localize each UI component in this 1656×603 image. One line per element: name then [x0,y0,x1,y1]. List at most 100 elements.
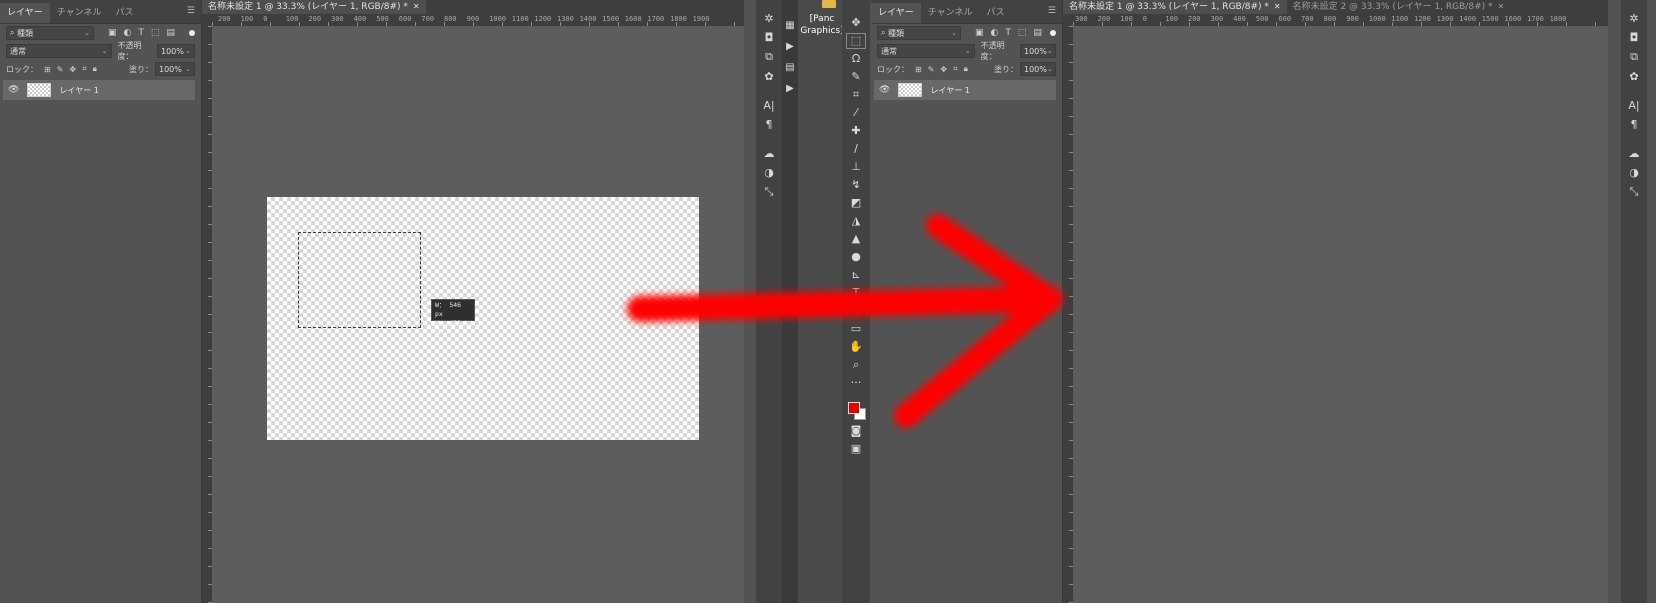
zoom-tool-icon[interactable]: ⌕ [847,358,865,372]
filter-toggle-icon[interactable] [189,30,195,36]
lock-artboard-icon[interactable]: ⌗ [82,64,87,74]
tab-layers[interactable]: レイヤー [871,3,921,23]
color-swatches[interactable] [846,400,866,420]
smart-object-filter-icon[interactable]: ▤ [166,28,175,38]
canvas-area[interactable] [1073,26,1608,603]
layer-row[interactable]: 👁︎ レイヤー 1 [874,80,1056,100]
lock-brush-icon[interactable]: ✎ [928,65,935,74]
lock-position-icon[interactable]: ✥ [940,65,947,74]
tab-paths[interactable]: パス [108,3,140,23]
actions-icon[interactable]: ▶ [786,41,794,52]
tab-paths[interactable]: パス [979,3,1011,23]
brush-settings-icon[interactable]: ✿ [764,70,773,83]
eyedropper-tool-icon[interactable]: ⁄ [847,106,865,120]
lasso-tool-icon[interactable]: ᘯ [847,52,865,66]
glyphs-icon[interactable]: ⤡ [765,185,774,199]
layer-row[interactable]: 👁︎ レイヤー 1 [3,80,195,100]
blend-mode-select[interactable]: 通常 ⌄ [6,44,112,58]
panel-menu-icon[interactable]: ☰ [1048,7,1056,16]
panel-menu-icon[interactable]: ☰ [187,7,195,16]
brush-tool-icon[interactable]: ∕ [847,142,865,156]
adjustment-filter-icon[interactable]: ◐ [991,28,999,38]
adjustments-icon[interactable]: ⧉ [765,50,773,64]
pixel-filter-icon[interactable]: ▣ [108,28,117,38]
lock-transparency-icon[interactable]: ⊞ [44,65,51,74]
tab-layers[interactable]: レイヤー [0,3,50,23]
brush-settings-icon[interactable]: ✿ [1629,70,1638,83]
filter-toggle-icon[interactable] [1050,30,1056,36]
clone-stamp-tool-icon[interactable]: ⊥ [847,160,865,174]
folder-icon[interactable] [822,0,836,8]
creative-cloud-icon[interactable]: ☁ [1629,147,1640,160]
more-tools-icon[interactable]: ··· [847,376,865,390]
shape-filter-icon[interactable]: ⬚ [1018,28,1027,38]
hand-tool-icon[interactable]: ✋ [847,340,865,354]
character-icon[interactable]: A| [1628,99,1639,112]
smart-object-filter-icon[interactable]: ▤ [1033,28,1042,38]
lock-transparency-icon[interactable]: ⊞ [915,65,922,74]
adjustments-icon[interactable]: ⧉ [1630,50,1638,64]
rectangle-tool-icon[interactable]: ▭ [847,322,865,336]
fill-field[interactable]: 100% ⌄ [1020,62,1056,76]
document-tab-2[interactable]: 名称未設定 2 @ 33.3% (レイヤー 1, RGB/8#) * ✕ [1287,0,1511,14]
lock-all-icon[interactable]: 🔒︎ [93,64,97,74]
styles-icon[interactable]: ◑ [764,166,774,179]
eye-icon[interactable]: 👁︎ [879,85,890,95]
filter-kind-select[interactable]: ⌕ 種類 ⌄ [877,26,961,40]
marquee-selection[interactable] [298,232,421,328]
lock-artboard-icon[interactable]: ⌗ [953,64,958,74]
character-icon[interactable]: A| [763,99,774,112]
close-icon[interactable]: ✕ [413,2,420,11]
healing-brush-tool-icon[interactable]: ✚ [847,124,865,138]
adjustment-filter-icon[interactable]: ◐ [124,28,132,38]
shape-filter-icon[interactable]: ⬚ [151,28,160,38]
properties-icon[interactable]: ✲ [1629,12,1638,25]
canvas-area[interactable]: W： 546 px H： 429 px [212,26,744,603]
close-icon[interactable]: ✕ [1497,2,1504,11]
history-brush-tool-icon[interactable]: ↯ [847,178,865,192]
libraries-icon[interactable]: ◘ [1630,31,1639,44]
lock-all-icon[interactable]: 🔒︎ [964,64,968,74]
filter-kind-select[interactable]: ⌕ 種類 ⌄ [6,26,94,40]
history-icon[interactable]: ▦ [785,20,794,31]
type-filter-icon[interactable]: T [1005,28,1011,38]
desktop-folder-label[interactable]: [Panc Graphics] [800,13,844,37]
pen-tool-icon[interactable]: ⊾ [847,268,865,282]
paint-bucket-tool-icon[interactable]: ◮ [847,214,865,228]
tab-channels[interactable]: チャンネル [50,3,109,23]
eraser-tool-icon[interactable]: ◩ [847,196,865,210]
libraries-icon[interactable]: ◘ [765,31,774,44]
document-tab-1[interactable]: 名称未設定 1 @ 33.3% (レイヤー 1, RGB/8#) * ✕ [1063,0,1287,14]
lock-position-icon[interactable]: ✥ [69,65,76,74]
foreground-color[interactable] [848,402,860,414]
quick-selection-tool-icon[interactable]: ✎ [847,70,865,84]
lock-brush-icon[interactable]: ✎ [57,65,64,74]
document-tab[interactable]: 名称未設定 1 @ 33.3% (レイヤー 1, RGB/8#) * ✕ [202,0,426,14]
glyphs-icon[interactable]: ⤡ [1630,185,1639,199]
quick-mask-icon[interactable]: ◙ [847,424,865,438]
paragraph-icon[interactable]: ¶ [766,118,773,131]
dodge-tool-icon[interactable]: ● [847,250,865,264]
type-tool-icon[interactable]: T [847,286,865,300]
properties-icon[interactable]: ✲ [764,12,773,25]
opacity-field[interactable]: 100% ⌄ [157,44,195,58]
crop-tool-icon[interactable]: ⌗ [847,88,865,102]
blend-mode-select[interactable]: 通常 ⌄ [877,44,975,58]
path-selection-tool-icon[interactable]: ↖ [847,304,865,318]
type-filter-icon[interactable]: T [138,28,144,38]
marquee-tool-icon[interactable]: ⬚ [846,33,866,49]
styles-icon[interactable]: ◑ [1629,166,1639,179]
pixel-filter-icon[interactable]: ▣ [975,28,984,38]
screen-mode-icon[interactable]: ▣ [847,442,865,456]
blur-tool-icon[interactable]: ▲ [847,232,865,246]
close-icon[interactable]: ✕ [1274,2,1281,11]
eye-icon[interactable]: 👁︎ [8,85,19,95]
move-tool-icon[interactable]: ✥ [847,16,865,30]
opacity-field[interactable]: 100% ⌄ [1020,44,1056,58]
transparent-canvas[interactable]: W： 546 px H： 429 px [267,197,699,440]
fill-field[interactable]: 100% ⌄ [155,62,195,76]
paragraph-icon[interactable]: ¶ [1631,118,1638,131]
creative-cloud-icon[interactable]: ☁ [764,147,775,160]
tab-channels[interactable]: チャンネル [921,3,980,23]
play-icon[interactable]: ▶ [786,83,794,94]
